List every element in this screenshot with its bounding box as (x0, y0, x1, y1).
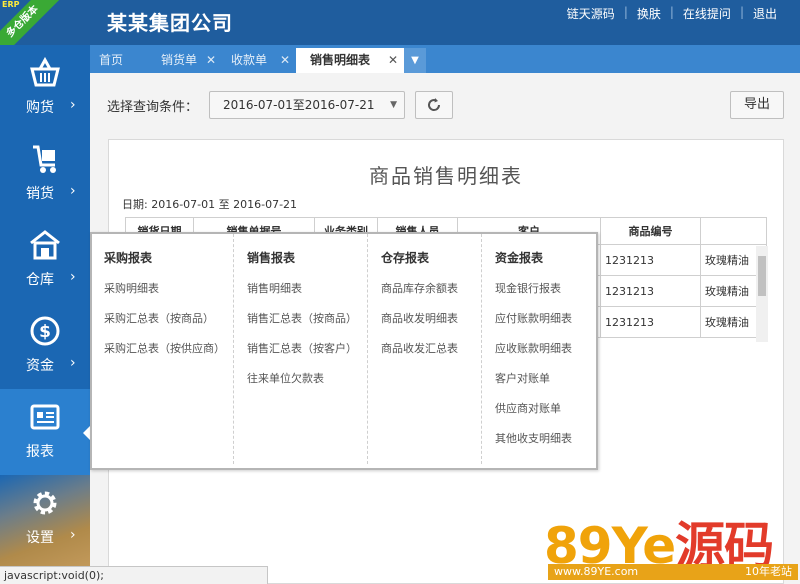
scrollbar-thumb[interactable] (758, 256, 766, 296)
dollar-icon: $ (30, 316, 60, 346)
menu-item[interactable]: 商品收发明细表 (381, 310, 458, 326)
close-icon[interactable]: ✕ (206, 48, 216, 73)
gear-icon (33, 491, 57, 515)
sidebar-item-label: 仓库 (26, 272, 54, 288)
sidebar-item-purchase[interactable]: 购货 › (0, 45, 90, 131)
refresh-icon (428, 98, 441, 111)
menu-column-funds: 资金报表 现金银行报表 应付账款明细表 应收账款明细表 客户对账单 供应商对账单… (483, 234, 596, 464)
menu-item[interactable]: 商品收发汇总表 (381, 340, 458, 356)
table-vertical-scrollbar[interactable] (756, 246, 768, 342)
menu-item[interactable]: 销售明细表 (247, 280, 302, 296)
company-name: 某某集团公司 (107, 11, 233, 35)
menu-item[interactable]: 应收账款明细表 (495, 340, 572, 356)
tab-more-button[interactable]: ▼ (404, 48, 426, 73)
close-icon[interactable]: ✕ (280, 48, 290, 73)
tab-sales-order[interactable]: 销货单 ✕ (152, 48, 222, 73)
menu-item[interactable]: 往来单位欠款表 (247, 370, 324, 386)
browser-status-bar: javascript:void(0); (0, 566, 268, 584)
top-link-logout[interactable]: 退出 (744, 5, 786, 22)
watermark-tag: 10年老站 (745, 565, 792, 578)
menu-item[interactable]: 现金银行报表 (495, 280, 561, 296)
column-header[interactable]: 商品编号 (600, 217, 701, 245)
menu-item[interactable]: 商品库存余额表 (381, 280, 458, 296)
sidebar-item-label: 报表 (26, 444, 54, 460)
tab-sales-detail[interactable]: 销售明细表 ✕ (296, 48, 404, 73)
top-header: 多仓版本 ERP 某某集团公司 链天源码 | 换肤 | 在线提问 | 退出 (0, 0, 800, 61)
tab-label: 销售明细表 (310, 53, 371, 67)
sidebar-item-settings[interactable]: 设置 › (0, 475, 90, 561)
close-icon[interactable]: ✕ (388, 48, 398, 73)
sidebar-item-warehouse[interactable]: 仓库 › (0, 217, 90, 303)
menu-item[interactable]: 采购明细表 (104, 280, 159, 296)
sidebar-item-label: 设置 (26, 530, 54, 546)
reports-flyout-menu: 采购报表 采购明细表 采购汇总表（按商品） 采购汇总表（按供应商） 销售报表 销… (90, 232, 598, 470)
chevron-right-icon: › (70, 269, 76, 285)
sidebar-item-funds[interactable]: $ 资金 › (0, 303, 90, 389)
menu-item[interactable]: 采购汇总表（按商品） (104, 310, 214, 326)
menu-column-title: 仓存报表 (381, 251, 430, 265)
query-condition-label: 选择查询条件： (107, 100, 199, 115)
cell-product-code: 1231213 (600, 244, 701, 276)
top-links: 链天源码 | 换肤 | 在线提问 | 退出 (558, 5, 786, 22)
menu-item[interactable]: 采购汇总表（按供应商） (104, 340, 225, 356)
top-link-source[interactable]: 链天源码 (558, 5, 624, 22)
menu-column-purchase: 采购报表 采购明细表 采购汇总表（按商品） 采购汇总表（按供应商） (92, 234, 234, 464)
menu-column-inventory: 仓存报表 商品库存余额表 商品收发明细表 商品收发汇总表 (369, 234, 482, 464)
report-date-range: 日期: 2016-07-01 至 2016-07-21 (122, 198, 298, 211)
menu-item[interactable]: 其他收支明细表 (495, 430, 572, 446)
menu-column-title: 资金报表 (495, 251, 544, 265)
top-link-ask[interactable]: 在线提问 (674, 5, 740, 22)
date-range-value: 2016-07-01至2016-07-21 (223, 98, 375, 112)
basket-icon (30, 57, 60, 87)
tab-label: 收款单 (231, 53, 268, 67)
refresh-button[interactable] (415, 91, 453, 119)
tab-home[interactable]: 首页 (90, 48, 152, 73)
watermark-url: www.89YE.com (554, 565, 639, 578)
erp-tag: ERP (2, 0, 20, 9)
menu-column-title: 采购报表 (104, 251, 153, 265)
chevron-right-icon: › (70, 355, 76, 371)
tab-receipt[interactable]: 收款单 ✕ (222, 48, 296, 73)
sidebar: 购货 › 销货 › 仓库 › $ 资金 › 报表 设置 › (0, 45, 91, 584)
tab-bar: 首页 销货单 ✕ 收款单 ✕ 销售明细表 ✕ ▼ (90, 45, 800, 73)
menu-item[interactable]: 客户对账单 (495, 370, 550, 386)
site-watermark: 89Ye源码 www.89YE.com 10年老站 (544, 506, 800, 584)
chevron-right-icon: › (70, 97, 76, 113)
tab-label: 首页 (99, 53, 124, 67)
export-button[interactable]: 导出 (730, 91, 784, 119)
svg-text:$: $ (39, 322, 51, 342)
top-link-skin[interactable]: 换肤 (628, 5, 670, 22)
menu-item[interactable]: 应付账款明细表 (495, 310, 572, 326)
sidebar-item-label: 资金 (26, 358, 54, 374)
report-title: 商品销售明细表 (369, 164, 523, 188)
chevron-right-icon: › (70, 527, 76, 543)
menu-column-title: 销售报表 (247, 251, 296, 265)
menu-column-sales: 销售报表 销售明细表 销售汇总表（按商品） 销售汇总表（按客户） 往来单位欠款表 (235, 234, 368, 464)
cell-product-code: 1231213 (600, 275, 701, 307)
column-header[interactable] (700, 217, 767, 245)
tab-label: 销货单 (161, 53, 198, 67)
menu-item[interactable]: 供应商对账单 (495, 400, 561, 416)
cart-icon (33, 145, 56, 173)
watermark-banner: www.89YE.com 10年老站 (548, 564, 798, 580)
menu-item[interactable]: 销售汇总表（按商品） (247, 310, 357, 326)
report-icon (30, 404, 60, 430)
caret-down-icon: ▼ (390, 100, 397, 110)
sidebar-item-sales[interactable]: 销货 › (0, 131, 90, 217)
warehouse-icon (30, 230, 60, 260)
sidebar-item-label: 购货 (26, 100, 54, 116)
sidebar-item-reports[interactable]: 报表 (0, 389, 91, 475)
chevron-right-icon: › (70, 183, 76, 199)
cell-product-code: 1231213 (600, 306, 701, 338)
menu-item[interactable]: 销售汇总表（按客户） (247, 340, 357, 356)
sidebar-item-label: 销货 (26, 186, 54, 202)
date-range-select[interactable]: 2016-07-01至2016-07-21 ▼ (209, 91, 405, 119)
